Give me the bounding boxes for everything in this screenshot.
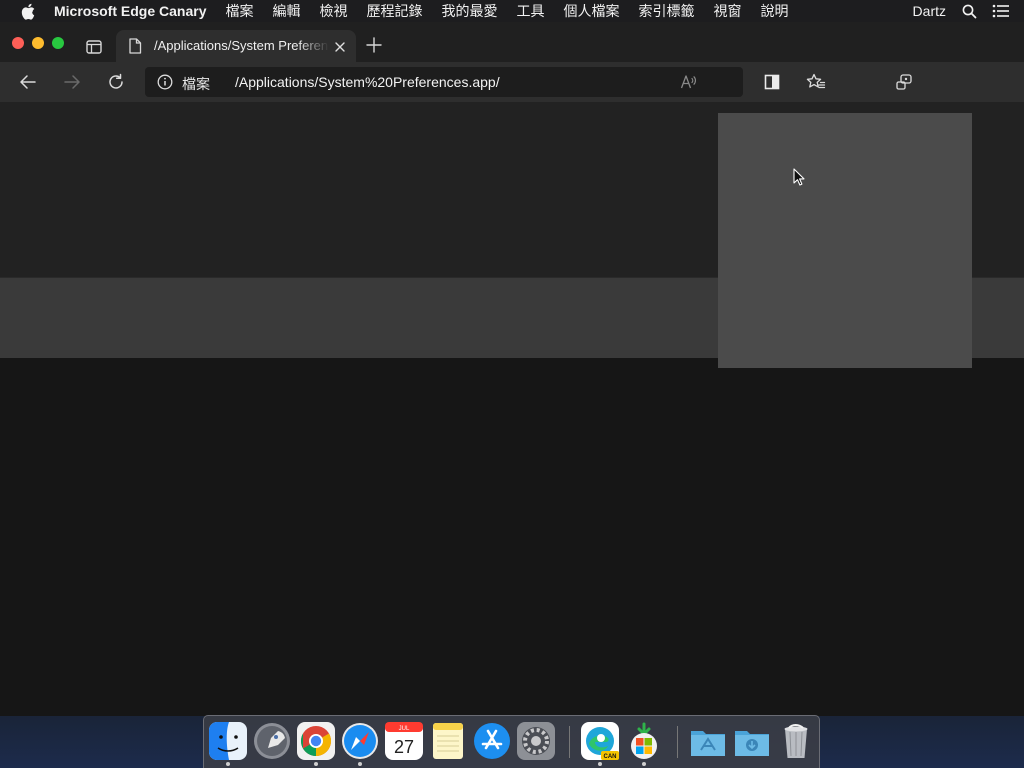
read-aloud-icon[interactable] [680,74,698,90]
address-url[interactable]: /Applications/System%20Preferences.app/ [235,74,500,90]
launchpad-icon[interactable] [253,722,291,760]
app-store-icon[interactable] [473,722,511,760]
collections-icon[interactable] [894,72,914,92]
svg-text:CAN: CAN [604,754,617,760]
installer-icon[interactable] [625,722,663,760]
menu-favorites[interactable]: 我的最愛 [441,1,497,21]
menu-tabs[interactable]: 索引標籤 [638,1,694,21]
window-close-button[interactable] [12,37,24,49]
info-icon[interactable] [157,74,173,90]
back-icon[interactable] [18,72,38,92]
dock-separator [677,726,678,758]
menubar-user-name[interactable]: Dartz [913,3,946,19]
finder-icon[interactable] [209,722,247,760]
menu-bar: Microsoft Edge Canary 檔案 編輯 檢視 歷程記錄 我的最愛… [0,0,1024,22]
trash-icon[interactable] [777,722,815,760]
svg-text:JUL: JUL [399,726,410,732]
apple-icon[interactable] [19,2,37,20]
running-indicator [642,762,646,766]
tab-actions-icon[interactable] [85,38,103,56]
browser-toolbar: 檔案 /Applications/System%20Preferences.ap… [0,62,1024,102]
menu-view[interactable]: 檢視 [319,1,347,21]
running-indicator [226,762,230,766]
forward-icon[interactable] [62,72,82,92]
search-icon[interactable] [960,2,978,20]
new-tab-icon[interactable] [366,37,382,53]
favorites-icon[interactable] [806,72,826,92]
notes-icon[interactable] [429,722,467,760]
tab-active[interactable]: /Applications/System Preferences [116,30,356,62]
refresh-icon[interactable] [106,72,126,92]
running-indicator [598,762,602,766]
chrome-icon[interactable] [297,722,335,760]
menu-tools[interactable]: 工具 [516,1,544,21]
mouse-pointer-icon [793,168,805,186]
system-preferences-icon[interactable] [517,722,555,760]
tab-title: /Applications/System Preferences [154,38,329,53]
window-fullscreen-button[interactable] [52,37,64,49]
running-indicator [314,762,318,766]
app-menu-name[interactable]: Microsoft Edge Canary [54,3,206,19]
safari-icon[interactable] [341,722,379,760]
menu-history[interactable]: 歷程記錄 [366,1,422,21]
svg-text:27: 27 [394,737,414,757]
address-scheme-label: 檔案 [182,76,210,92]
menu-help[interactable]: 說明 [760,1,788,21]
menu-profiles[interactable]: 個人檔案 [563,1,619,21]
dock: JUL 27 CAN [203,715,820,768]
window-minimize-button[interactable] [32,37,44,49]
dock-separator [569,726,570,758]
page-content [0,102,1024,716]
tab-strip: /Applications/System Preferences [0,22,1024,62]
control-center-icon[interactable] [992,2,1010,20]
split-screen-icon[interactable] [762,72,782,92]
calendar-icon[interactable]: JUL 27 [385,722,423,760]
menu-window[interactable]: 視窗 [713,1,741,21]
page-icon [128,38,142,54]
edge-canary-icon[interactable]: CAN [581,722,619,760]
content-panel [718,113,972,368]
downloads-folder-icon[interactable] [733,722,771,760]
running-indicator [358,762,362,766]
address-bar[interactable]: 檔案 /Applications/System%20Preferences.ap… [145,67,743,97]
applications-folder-icon[interactable] [689,722,727,760]
menu-edit[interactable]: 編輯 [272,1,300,21]
menu-file[interactable]: 檔案 [225,1,253,21]
close-tab-icon[interactable] [334,40,346,52]
